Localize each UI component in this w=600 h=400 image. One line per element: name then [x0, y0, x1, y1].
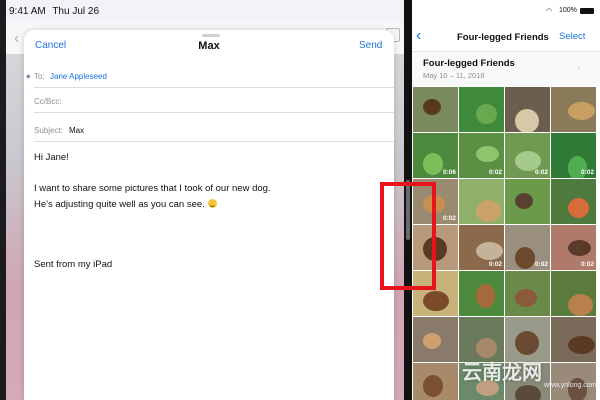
- watermark-url: www.ynlong.com: [544, 382, 597, 389]
- dog-subject: [568, 336, 595, 354]
- dog-subject: [568, 294, 593, 316]
- photo-thumbnail[interactable]: [413, 363, 458, 400]
- video-duration: 0:02: [442, 215, 456, 222]
- status-time: 9:41 AM: [9, 6, 46, 17]
- to-recipient[interactable]: Jane Appleseed: [50, 72, 107, 81]
- dog-subject: [476, 200, 501, 222]
- photos-status-bar: ◠ 100%: [412, 0, 600, 20]
- dog-subject: [515, 193, 533, 209]
- bullet-icon: ◆: [26, 74, 31, 80]
- cc-bcc-field[interactable]: Cc/Bcc:: [34, 89, 394, 113]
- highlight-box: [380, 182, 436, 290]
- dog-subject: [568, 240, 591, 256]
- photo-thumbnail[interactable]: [413, 87, 458, 132]
- status-date: Thu Jul 26: [52, 6, 100, 17]
- dog-subject: [476, 284, 495, 308]
- body-line-2[interactable]: He's adjusting quite well as you can see…: [34, 199, 217, 210]
- back-chevron-icon[interactable]: ‹: [416, 27, 421, 45]
- body-line-2-text: He's adjusting quite well as you can see…: [34, 199, 205, 210]
- album-nav-title: Four-legged Friends: [457, 32, 549, 43]
- dog-subject: [476, 242, 503, 260]
- video-duration: 0:02: [488, 169, 502, 176]
- body-greeting[interactable]: Hi Jane!: [34, 152, 69, 163]
- cc-bcc-label: Cc/Bcc:: [34, 97, 62, 106]
- photo-thumbnail[interactable]: 0:02: [505, 133, 550, 178]
- album-date-range: May 10 – 11, 2018: [423, 71, 485, 80]
- send-button[interactable]: Send: [359, 40, 382, 51]
- album-header[interactable]: Four-legged Friends May 10 – 11, 2018 ›: [412, 52, 600, 86]
- dog-subject: [423, 153, 443, 175]
- compose-sheet: Cancel Max Send ◆ To: Jane Appleseed Cc/…: [24, 30, 394, 400]
- smile-emoji-icon: [207, 199, 217, 208]
- photo-thumbnail[interactable]: [459, 87, 504, 132]
- body-line-1[interactable]: I want to share some pictures that I too…: [34, 183, 271, 194]
- dog-subject: [515, 151, 541, 171]
- battery-icon: [580, 8, 594, 14]
- photo-thumbnail[interactable]: [551, 179, 596, 224]
- dog-subject: [423, 99, 441, 115]
- photo-thumbnail[interactable]: [505, 271, 550, 316]
- dog-subject: [515, 109, 539, 132]
- video-duration: 0:06: [442, 169, 456, 176]
- sheet-grabber[interactable]: [202, 34, 220, 37]
- video-duration: 0:02: [534, 261, 548, 268]
- photo-thumbnail[interactable]: [551, 317, 596, 362]
- dog-subject: [515, 331, 539, 355]
- video-duration: 0:02: [580, 261, 594, 268]
- dog-subject: [476, 146, 499, 162]
- photo-thumbnail[interactable]: 0:02: [459, 133, 504, 178]
- photo-thumbnail[interactable]: 0:02: [551, 225, 596, 270]
- photo-thumbnail[interactable]: [505, 179, 550, 224]
- album-title: Four-legged Friends: [423, 58, 515, 69]
- photo-thumbnail[interactable]: [413, 317, 458, 362]
- to-field[interactable]: To: Jane Appleseed: [34, 64, 394, 88]
- dog-subject: [568, 198, 589, 218]
- video-duration: 0:02: [488, 261, 502, 268]
- subject-label: Subject:: [34, 126, 63, 135]
- watermark-logo: 云南龙网: [462, 362, 542, 384]
- photos-pane: ◠ 100% ‹ Four-legged Friends Select Four…: [412, 0, 600, 400]
- subject-value[interactable]: Max: [69, 126, 84, 135]
- dog-subject: [476, 338, 497, 358]
- photos-navbar: ‹ Four-legged Friends Select: [412, 20, 600, 52]
- dog-subject: [568, 102, 595, 120]
- body-signature[interactable]: Sent from my iPad: [34, 259, 112, 270]
- wifi-icon: ◠: [546, 8, 553, 15]
- subject-field[interactable]: Subject: Max: [34, 118, 394, 142]
- status-bar: 9:41 AM Thu Jul 26: [6, 0, 404, 22]
- chevron-left-icon: ‹: [14, 30, 20, 47]
- dog-subject: [423, 291, 449, 311]
- to-label: To:: [34, 72, 45, 81]
- video-duration: 0:02: [534, 169, 548, 176]
- photo-thumbnail[interactable]: 0:02: [459, 225, 504, 270]
- select-button[interactable]: Select: [559, 31, 585, 42]
- photo-thumbnail[interactable]: 0:06: [413, 133, 458, 178]
- dog-subject: [423, 333, 441, 349]
- photo-thumbnail[interactable]: 0:02: [505, 225, 550, 270]
- battery-percent: 100%: [559, 7, 577, 14]
- photo-thumbnail[interactable]: [551, 87, 596, 132]
- dog-subject: [515, 385, 541, 400]
- photo-thumbnail[interactable]: 0:02: [551, 133, 596, 178]
- photo-thumbnail[interactable]: [459, 271, 504, 316]
- chevron-right-icon: ›: [577, 63, 581, 74]
- dog-subject: [515, 289, 537, 307]
- dog-subject: [476, 104, 497, 124]
- video-duration: 0:02: [580, 169, 594, 176]
- dog-subject: [515, 247, 535, 269]
- photo-thumbnail[interactable]: [551, 271, 596, 316]
- compose-title: Max: [198, 40, 220, 52]
- dog-subject: [423, 375, 443, 397]
- photo-thumbnail[interactable]: [459, 179, 504, 224]
- mail-pane: 9:41 AM Thu Jul 26 ‹ Cancel Max Send ◆ T…: [6, 0, 404, 400]
- photo-thumbnail[interactable]: [505, 87, 550, 132]
